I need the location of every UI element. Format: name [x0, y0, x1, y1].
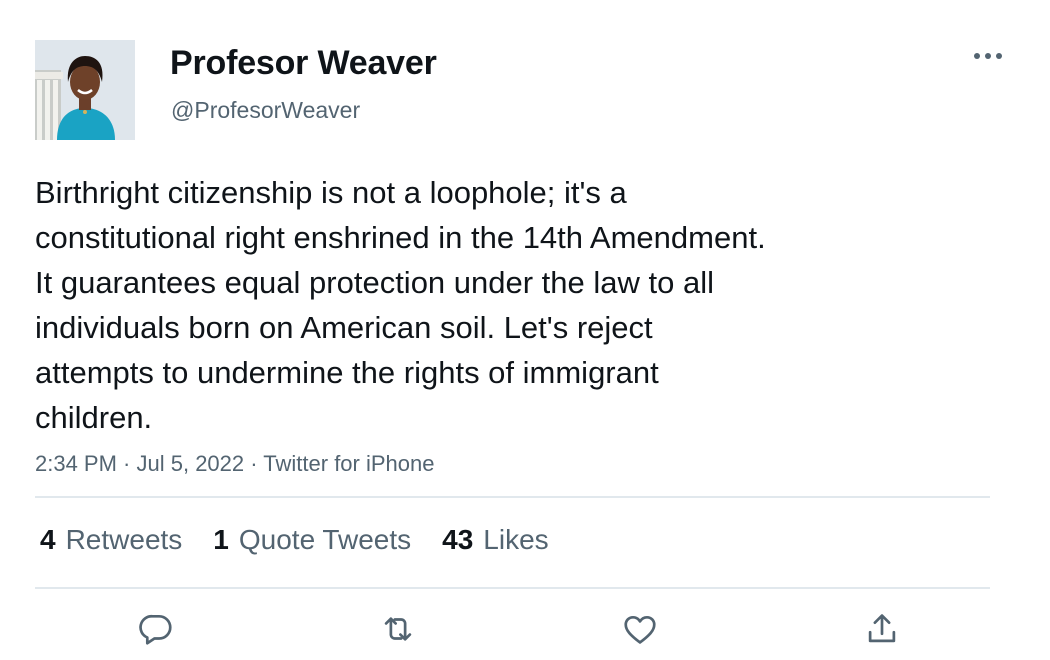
share-icon: [868, 614, 896, 643]
retweets-count: 4: [40, 524, 56, 555]
tweet-time[interactable]: 2:34 PM: [35, 451, 117, 476]
share-button[interactable]: [859, 606, 905, 652]
quote-tweets-label: Quote Tweets: [238, 524, 412, 555]
more-options-button[interactable]: [970, 46, 1006, 66]
avatar[interactable]: [35, 40, 135, 140]
like-button[interactable]: [617, 606, 663, 652]
tweet-text: Birthright citizenship is not a loophole…: [35, 175, 766, 435]
retweet-button[interactable]: [375, 606, 421, 652]
divider: [35, 496, 990, 498]
retweets-label: Retweets: [65, 524, 183, 555]
tweet-source[interactable]: Twitter for iPhone: [263, 451, 434, 476]
reply-icon: [139, 614, 172, 645]
user-handle[interactable]: @ProfesorWeaver: [171, 96, 360, 124]
heart-icon: [624, 615, 656, 644]
tweet-date[interactable]: Jul 5, 2022: [137, 451, 245, 476]
retweets-stat[interactable]: 4 Retweets: [40, 524, 182, 556]
tweet-actions: [0, 606, 1050, 652]
avatar-photo: [35, 40, 135, 140]
quote-tweets-stat[interactable]: 1 Quote Tweets: [213, 524, 411, 556]
tweet-meta: 2:34 PM · Jul 5, 2022 · Twitter for iPho…: [35, 450, 434, 478]
reply-button[interactable]: [133, 606, 179, 652]
retweet-icon: [384, 617, 412, 641]
likes-stat[interactable]: 43 Likes: [442, 524, 549, 556]
meta-separator: ·: [116, 451, 137, 476]
likes-count: 43: [442, 524, 474, 555]
likes-label: Likes: [483, 524, 549, 555]
quote-tweets-count: 1: [213, 524, 229, 555]
display-name[interactable]: Profesor Weaver: [170, 42, 437, 84]
more-horizontal-icon: [974, 53, 1002, 59]
divider: [35, 587, 990, 589]
meta-separator: ·: [244, 451, 264, 476]
tweet-stats: 4 Retweets 1 Quote Tweets 43 Likes: [40, 520, 580, 560]
